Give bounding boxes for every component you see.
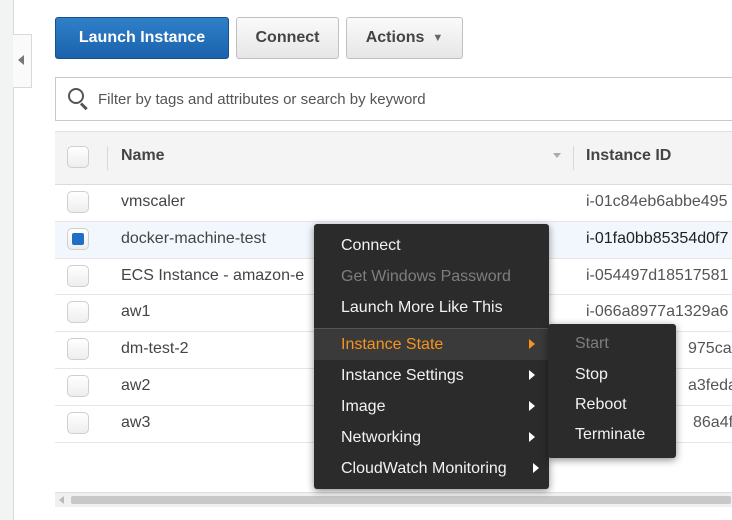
menu-item-label: Launch More Like This: [341, 299, 503, 316]
scroll-left-icon[interactable]: [59, 496, 64, 504]
chevron-right-icon: [529, 432, 535, 442]
column-divider: [573, 146, 574, 170]
submenu-item-start: Start: [548, 329, 676, 359]
chevron-left-icon: [18, 55, 24, 65]
instance-name: docker-machine-test: [121, 229, 266, 247]
sort-down-icon[interactable]: [553, 153, 561, 158]
menu-item-launch-more-like-this[interactable]: Launch More Like This: [314, 292, 549, 323]
submenu-item-terminate[interactable]: Terminate: [548, 420, 676, 450]
instance-id: 86a4f2: [693, 413, 732, 431]
menu-item-label: CloudWatch Monitoring: [341, 460, 507, 477]
menu-item-instance-settings[interactable]: Instance Settings: [314, 360, 549, 391]
filter-bar: [55, 77, 732, 121]
row-checkbox[interactable]: [67, 227, 89, 250]
side-rail: [0, 0, 14, 520]
connect-button[interactable]: Connect: [236, 17, 339, 59]
instance-id: a3feda3: [688, 376, 732, 394]
menu-item-label: Image: [341, 398, 386, 415]
instance-name: dm-test-2: [121, 340, 189, 358]
menu-item-connect[interactable]: Connect: [314, 230, 549, 261]
menu-item-label: Instance State: [341, 336, 444, 353]
column-header-name[interactable]: Name: [121, 147, 165, 165]
collapse-sidebar-toggle[interactable]: [13, 34, 32, 88]
menu-item-networking[interactable]: Networking: [314, 422, 549, 453]
search-icon: [68, 88, 90, 111]
column-divider: [107, 146, 108, 170]
instance-name: ECS Instance - amazon-e: [121, 266, 305, 284]
row-checkbox[interactable]: [67, 191, 89, 213]
launch-instance-label: Launch Instance: [78, 29, 206, 46]
instance-id: i-054497d18517581: [586, 266, 729, 284]
menu-item-label: Instance Settings: [341, 367, 464, 384]
submenu-item-label: Start: [575, 335, 609, 352]
submenu-item-stop[interactable]: Stop: [548, 360, 676, 390]
chevron-right-icon: [529, 370, 535, 380]
submenu-item-label: Terminate: [575, 426, 646, 443]
table-row[interactable]: vmscaler i-01c84eb6abbe495: [55, 185, 732, 222]
row-checkbox[interactable]: [67, 411, 89, 434]
table-header: Name Instance ID: [55, 131, 732, 185]
select-all-checkbox[interactable]: [67, 146, 89, 168]
instance-id: 975cad9: [688, 340, 732, 358]
chevron-right-icon: [529, 339, 535, 349]
row-checkbox[interactable]: [67, 264, 89, 287]
search-input[interactable]: [96, 89, 700, 109]
horizontal-scrollbar[interactable]: [55, 492, 732, 507]
menu-item-label: Connect: [341, 237, 401, 254]
instance-id: i-01fa0bb85354d0f7: [586, 229, 729, 247]
instance-name: aw1: [121, 303, 151, 321]
actions-label: Actions: [365, 29, 425, 46]
actions-button[interactable]: Actions ▼: [346, 17, 463, 59]
instance-state-submenu: Start Stop Reboot Terminate: [548, 324, 676, 458]
row-checkbox[interactable]: [67, 374, 89, 397]
chevron-right-icon: [529, 401, 535, 411]
column-header-instance-id[interactable]: Instance ID: [586, 147, 671, 165]
connect-label: Connect: [255, 29, 320, 46]
menu-item-get-windows-password: Get Windows Password: [314, 261, 549, 292]
chevron-right-icon: [533, 463, 539, 473]
instance-name: aw2: [121, 376, 151, 394]
submenu-item-label: Stop: [575, 366, 608, 383]
menu-item-cloudwatch-monitoring[interactable]: CloudWatch Monitoring: [314, 453, 549, 484]
menu-item-label: Get Windows Password: [341, 268, 511, 285]
submenu-item-label: Reboot: [575, 396, 627, 413]
submenu-item-reboot[interactable]: Reboot: [548, 390, 676, 420]
menu-item-label: Networking: [341, 429, 422, 446]
chevron-down-icon: ▼: [432, 32, 444, 44]
instance-id: i-01c84eb6abbe495: [586, 193, 728, 210]
context-menu: Connect Get Windows Password Launch More…: [314, 224, 549, 489]
toolbar: Launch Instance Connect Actions ▼: [43, 0, 732, 68]
launch-instance-button[interactable]: Launch Instance: [55, 17, 229, 59]
menu-item-instance-state[interactable]: Instance State: [314, 329, 549, 360]
menu-item-image[interactable]: Image: [314, 391, 549, 422]
row-checkbox[interactable]: [67, 338, 89, 361]
instance-name: aw3: [121, 413, 151, 431]
instance-id: i-066a8977a1329a6: [586, 303, 729, 321]
instance-name: vmscaler: [121, 193, 186, 210]
row-checkbox[interactable]: [67, 301, 89, 324]
scrollbar-thumb[interactable]: [71, 496, 731, 504]
